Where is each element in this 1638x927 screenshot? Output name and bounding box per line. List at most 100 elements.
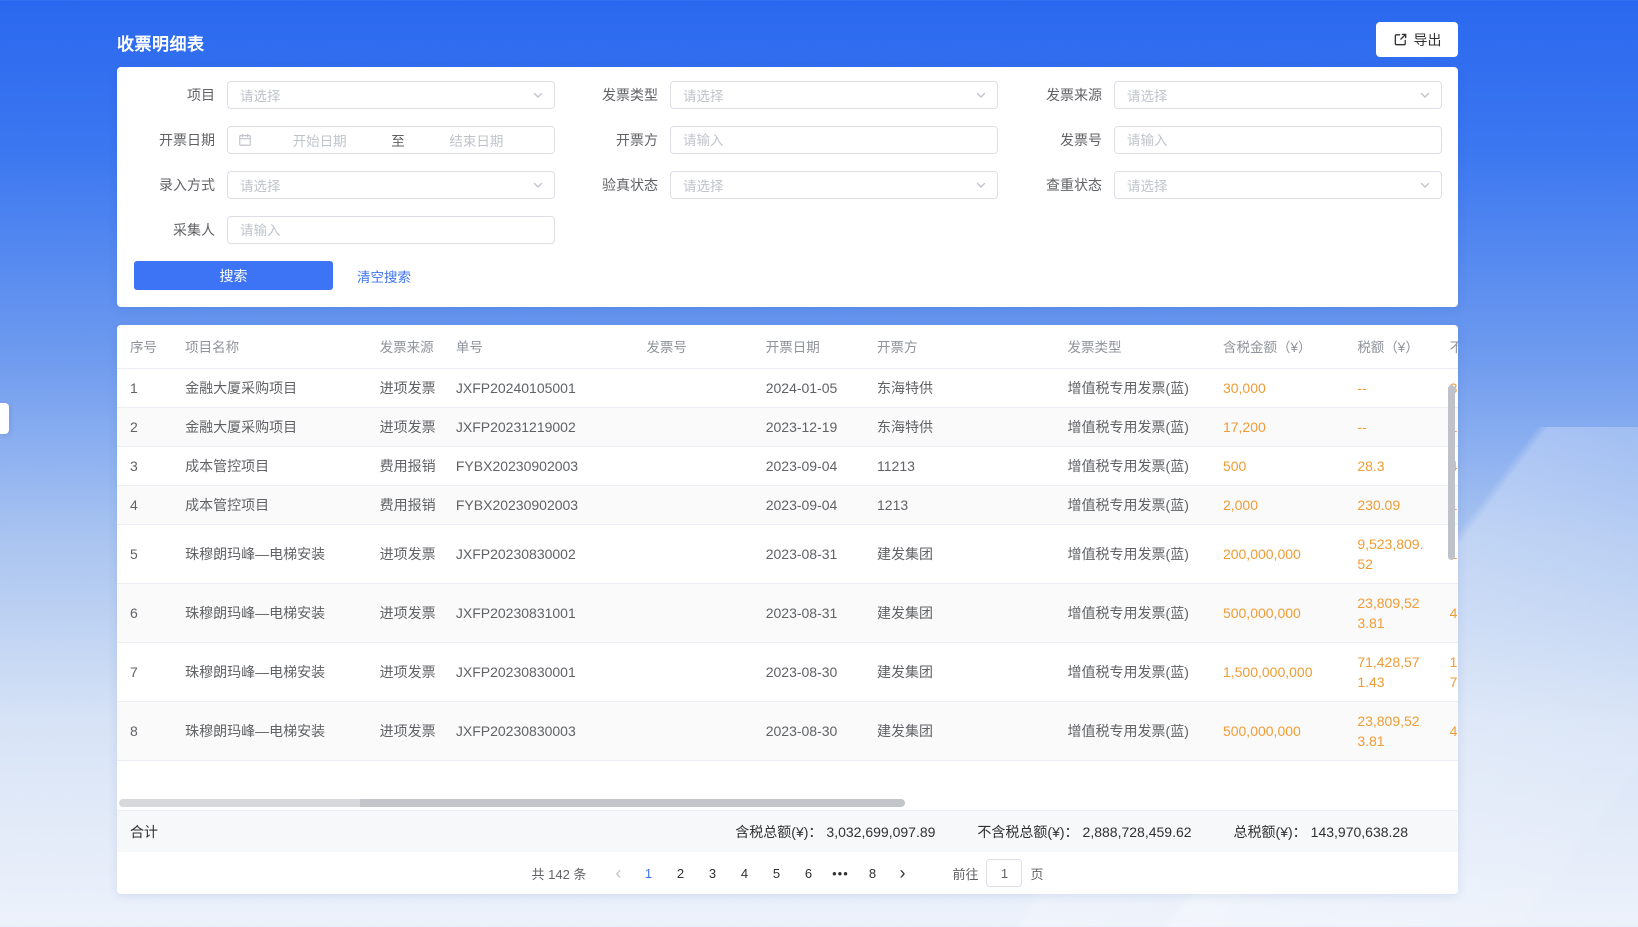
cell-invoice-type: 增值税专用发票(蓝) — [1055, 583, 1210, 642]
filter-field-invoice-no: 发票号 — [1016, 126, 1442, 154]
cell-invoice-type: 增值税专用发票(蓝) — [1055, 485, 1210, 524]
invoice-table: 序号项目名称发票来源单号发票号开票日期开票方发票类型含税金额（¥）税额（¥）不含… — [117, 325, 1458, 796]
page-button-1[interactable]: 1 — [634, 859, 662, 887]
cell-issuer: 建发集团 — [864, 524, 1055, 583]
cell-tax-amount: 23,809,523.81 — [1344, 701, 1436, 760]
invoice-source-select[interactable]: 请选择 — [1114, 81, 1442, 109]
drawer-handle[interactable] — [0, 403, 9, 434]
horizontal-scrollbar-thumb[interactable] — [360, 799, 905, 807]
dup-check-status-label: 查重状态 — [1016, 175, 1102, 195]
cell-index: 8 — [117, 701, 172, 760]
cell-invoice-source: 进项发票 — [367, 368, 443, 407]
entry-method-label: 录入方式 — [129, 175, 215, 195]
cell-project-name: 珠穆朗玛峰—电梯安装 — [172, 642, 367, 701]
start-date-input[interactable]: 开始日期 — [252, 130, 387, 150]
partial-next-row — [117, 760, 1458, 796]
goto-page-group: 前往 页 — [952, 859, 1043, 887]
column-header-invoice-source: 发票来源 — [367, 325, 443, 368]
cell-amount-incl-tax: 500,000,000 — [1210, 701, 1344, 760]
issuer-input[interactable] — [670, 126, 998, 154]
chevron-down-icon — [975, 179, 987, 191]
cell-amount-excl-tax: 476,190,476.19 — [1437, 583, 1458, 642]
column-header-order-no: 单号 — [443, 325, 634, 368]
chevron-down-icon — [532, 89, 544, 101]
pagination: 共 142 条 ‹ 123456•••8 › 前往 页 — [117, 852, 1458, 894]
cell-invoice-source: 费用报销 — [367, 485, 443, 524]
invoice-date-range-picker[interactable]: 开始日期 至 结束日期 — [227, 126, 555, 154]
page-button-3[interactable]: 3 — [698, 859, 726, 887]
cell-tax-amount: 71,428,571.43 — [1344, 642, 1436, 701]
project-select-placeholder: 请选择 — [240, 85, 281, 105]
summary-row: 合计 含税总额(¥)： 3,032,699,097.89 不含税总额(¥)： 2… — [117, 810, 1458, 852]
cell-project-name: 珠穆朗玛峰—电梯安装 — [172, 583, 367, 642]
cell-order-no: JXFP20230831001 — [443, 583, 634, 642]
table-viewport: 序号项目名称发票来源单号发票号开票日期开票方发票类型含税金额（¥）税额（¥）不含… — [117, 325, 1458, 796]
filter-field-entry-method: 录入方式 请选择 — [129, 171, 555, 199]
cell-invoice-type: 增值税专用发票(蓝) — [1055, 642, 1210, 701]
invoice-type-select[interactable]: 请选择 — [670, 81, 998, 109]
page-button-6[interactable]: 6 — [794, 859, 822, 887]
cell-issuer: 建发集团 — [864, 642, 1055, 701]
chevron-down-icon — [975, 89, 987, 101]
collector-input[interactable] — [227, 216, 555, 244]
cell-invoice-date: 2023-09-04 — [753, 446, 864, 485]
column-header-amount-incl-tax: 含税金额（¥） — [1210, 325, 1344, 368]
end-date-input[interactable]: 结束日期 — [409, 130, 544, 150]
summary-total-label: 合计 — [130, 822, 158, 842]
cell-project-name: 金融大厦采购项目 — [172, 407, 367, 446]
entry-method-select[interactable]: 请选择 — [227, 171, 555, 199]
pager-ellipsis[interactable]: ••• — [826, 859, 854, 887]
cell-invoice-source: 费用报销 — [367, 446, 443, 485]
page-button-2[interactable]: 2 — [666, 859, 694, 887]
excl-tax-total-label: 不含税总额(¥)： — [977, 822, 1078, 842]
clear-search-link[interactable]: 清空搜索 — [357, 266, 411, 286]
horizontal-scrollbar-track[interactable] — [119, 799, 360, 807]
cell-invoice-source: 进项发票 — [367, 524, 443, 583]
cell-invoice-source: 进项发票 — [367, 407, 443, 446]
cell-order-no: JXFP20230830003 — [443, 701, 634, 760]
cell-invoice-type: 增值税专用发票(蓝) — [1055, 446, 1210, 485]
page-button-8[interactable]: 8 — [858, 859, 886, 887]
page-title: 收票明细表 — [117, 30, 205, 55]
search-button[interactable]: 搜索 — [134, 261, 333, 290]
excl-tax-total-value: 2,888,728,459.62 — [1083, 824, 1192, 840]
dup-check-status-select[interactable]: 请选择 — [1114, 171, 1442, 199]
cell-index: 5 — [117, 524, 172, 583]
invoice-type-select-placeholder: 请选择 — [683, 85, 724, 105]
column-header-invoice-date: 开票日期 — [753, 325, 864, 368]
invoice-date-label: 开票日期 — [129, 130, 215, 150]
table-row: 3成本管控项目费用报销FYBX202309020032023-09-041121… — [117, 446, 1458, 485]
cell-project-name: 成本管控项目 — [172, 446, 367, 485]
cell-invoice-type: 增值税专用发票(蓝) — [1055, 407, 1210, 446]
cell-invoice-source: 进项发票 — [367, 583, 443, 642]
chevron-down-icon — [1419, 89, 1431, 101]
cell-amount-incl-tax: 17,200 — [1210, 407, 1344, 446]
dup-check-status-select-placeholder: 请选择 — [1127, 175, 1168, 195]
goto-label: 前往 — [952, 864, 978, 883]
verify-status-select[interactable]: 请选择 — [670, 171, 998, 199]
filter-field-project: 项目 请选择 — [129, 81, 555, 109]
cell-amount-incl-tax: 500,000,000 — [1210, 583, 1344, 642]
next-page-button[interactable]: › — [888, 859, 916, 887]
cell-project-name: 珠穆朗玛峰—电梯安装 — [172, 524, 367, 583]
summary-excl-tax: 不含税总额(¥)： 2,888,728,459.62 — [977, 822, 1191, 842]
page-button-4[interactable]: 4 — [730, 859, 758, 887]
horizontal-scrollbar — [117, 796, 1458, 810]
verify-status-select-placeholder: 请选择 — [683, 175, 724, 195]
incl-tax-total-value: 3,032,699,097.89 — [826, 824, 935, 840]
cell-invoice-date: 2024-01-05 — [753, 368, 864, 407]
goto-page-input[interactable] — [986, 859, 1022, 887]
page-button-5[interactable]: 5 — [762, 859, 790, 887]
cell-amount-incl-tax: 2,000 — [1210, 485, 1344, 524]
cell-invoice-source: 进项发票 — [367, 701, 443, 760]
invoice-no-input[interactable] — [1114, 126, 1442, 154]
export-button[interactable]: 导出 — [1376, 22, 1458, 57]
prev-page-button[interactable]: ‹ — [604, 859, 632, 887]
vertical-scrollbar-thumb[interactable] — [1448, 385, 1455, 560]
cell-invoice-date: 2023-09-04 — [753, 485, 864, 524]
cell-tax-amount: 28.3 — [1344, 446, 1436, 485]
project-select[interactable]: 请选择 — [227, 81, 555, 109]
filter-field-issuer: 开票方 — [572, 126, 998, 154]
cell-order-no: JXFP20231219002 — [443, 407, 634, 446]
collector-label: 采集人 — [129, 220, 215, 240]
